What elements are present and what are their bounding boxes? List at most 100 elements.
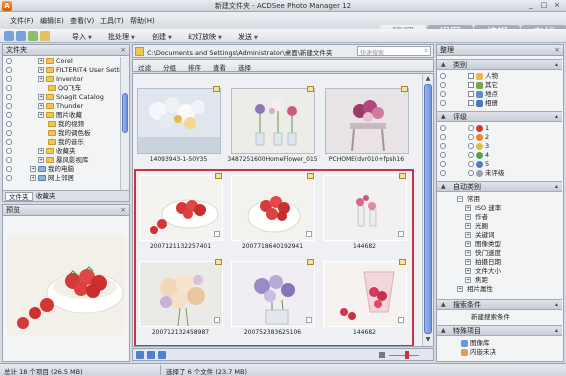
radio-icon[interactable] (6, 166, 12, 172)
tab-favorites[interactable]: 收藏夹 (33, 192, 59, 201)
tree-item-videos[interactable]: 我的视频 (3, 120, 84, 129)
group-menu[interactable]: 分组 (163, 62, 176, 72)
tab-folders[interactable]: 文件夹 (5, 192, 33, 201)
section-ratings[interactable]: ▲ 评级 ▴ (437, 111, 562, 122)
filter-menu[interactable]: 过滤 (138, 62, 151, 72)
radio-icon[interactable] (468, 170, 474, 176)
radio-icon[interactable] (468, 125, 474, 131)
collapse-icon[interactable]: − (457, 196, 463, 202)
file-list-scrollbar[interactable]: ▲ ▼ (422, 74, 433, 346)
expand-icon[interactable]: + (30, 166, 36, 172)
auto-category-item[interactable]: + 焦距 (437, 276, 488, 285)
thumbnail-checkbox[interactable] (398, 231, 404, 237)
address-path[interactable]: C:\Documents and Settings\Administrator\… (147, 47, 332, 57)
select-menu[interactable]: 选择 (238, 62, 251, 72)
nav-refresh-icon[interactable] (147, 351, 155, 359)
radio-icon[interactable] (440, 82, 446, 88)
nav-back-icon[interactable] (4, 31, 14, 41)
close-button[interactable]: × (551, 1, 563, 10)
tree-item-corel[interactable]: + Corel (3, 57, 73, 66)
radio-icon[interactable] (440, 125, 446, 131)
expand-icon[interactable]: + (465, 205, 471, 211)
auto-category-item[interactable]: + 关键词 (437, 231, 495, 240)
radio-icon[interactable] (6, 58, 12, 64)
quick-search-input[interactable]: 快速搜索 ⌕ (357, 46, 431, 57)
expand-icon[interactable]: + (465, 259, 471, 265)
expand-icon[interactable]: + (457, 286, 463, 292)
thumbnail-checkbox[interactable] (306, 231, 312, 237)
radio-icon[interactable] (440, 143, 446, 149)
tree-item-inventor[interactable]: + Inventor (3, 75, 83, 84)
radio-icon[interactable] (6, 121, 12, 127)
section-special-items[interactable]: ▲ 特殊项目 ▴ (437, 325, 562, 336)
special-item[interactable]: 图像库 (437, 339, 490, 348)
zoom-slider-handle[interactable] (405, 351, 409, 359)
expand-icon[interactable]: + (38, 103, 44, 109)
auto-category-item[interactable]: + 快门速度 (437, 249, 501, 258)
auto-category-item[interactable]: + 文件大小 (437, 267, 501, 276)
radio-icon[interactable] (468, 161, 474, 167)
auto-category-item[interactable]: + ISO 速率 (437, 204, 501, 213)
rating-item[interactable]: 1 (437, 124, 489, 133)
search-icon[interactable]: ⌕ (425, 47, 428, 55)
file-list-scroll-thumb[interactable] (424, 84, 432, 334)
special-item[interactable]: 内嵌未决 (437, 348, 496, 357)
create-button[interactable]: 创建 ▼ (152, 32, 172, 42)
close-icon[interactable]: × (120, 205, 126, 216)
radio-icon[interactable] (468, 143, 474, 149)
radio-icon[interactable] (6, 112, 12, 118)
radio-icon[interactable] (6, 148, 12, 154)
expand-icon[interactable]: + (465, 241, 471, 247)
send-button[interactable]: 发送 ▼ (238, 32, 258, 42)
minimize-button[interactable]: _ (525, 1, 537, 10)
expand-icon[interactable]: + (38, 94, 44, 100)
tree-item-favorites[interactable]: + 收藏夹 (3, 147, 76, 156)
menu-view[interactable]: 查看(V) (70, 16, 94, 26)
radio-icon[interactable] (6, 130, 12, 136)
radio-icon[interactable] (468, 134, 474, 140)
expand-icon[interactable]: + (465, 232, 471, 238)
thumbnail-checkbox[interactable] (214, 231, 220, 237)
radio-icon[interactable] (6, 175, 12, 181)
close-icon[interactable]: × (120, 45, 126, 56)
expand-icon[interactable]: + (38, 76, 44, 82)
tree-item-filterit[interactable]: + FILTERIT4 User Setti (3, 66, 120, 75)
thumbnail-item[interactable]: 144682 (319, 257, 410, 343)
thumbnail-item[interactable]: 200752383625106 (227, 257, 318, 343)
category-item[interactable]: 地点 (437, 90, 498, 99)
folders-scrollbar[interactable] (120, 57, 129, 190)
radio-icon[interactable] (440, 100, 446, 106)
folders-scroll-thumb[interactable] (122, 93, 128, 133)
tree-item-network[interactable]: + 网上邻居 (3, 174, 74, 183)
thumbnail-item[interactable]: 200712132458987 (135, 257, 226, 343)
checkbox-icon[interactable] (468, 100, 474, 106)
radio-icon[interactable] (6, 67, 12, 73)
section-auto-categories[interactable]: ▲ 自动类别 ▴ (437, 181, 562, 192)
rating-item[interactable]: 未评级 (437, 169, 505, 178)
auto-category-item[interactable]: + 作者 (437, 213, 488, 222)
expand-icon[interactable]: + (38, 67, 44, 73)
section-saved-searches[interactable]: ▲ 搜索条件 ▴ (437, 299, 562, 310)
scroll-up-icon[interactable]: ▲ (424, 75, 432, 83)
zoom-slider[interactable] (389, 355, 419, 356)
rating-item[interactable]: 5 (437, 160, 489, 169)
radio-icon[interactable] (440, 152, 446, 158)
section-categories[interactable]: ▲ 类别 ▴ (437, 59, 562, 70)
rating-item[interactable]: 3 (437, 142, 489, 151)
expand-icon[interactable]: + (465, 277, 471, 283)
tree-item-snagit[interactable]: + SnagIt Catalog (3, 93, 104, 102)
tree-item-my-computer[interactable]: + 我的电脑 (3, 165, 74, 174)
checkbox-icon[interactable] (468, 91, 474, 97)
folder-up-icon[interactable] (40, 31, 50, 41)
expand-icon[interactable]: + (465, 214, 471, 220)
auto-category-item[interactable]: + 拍摄日期 (437, 258, 501, 267)
slideshow-button[interactable]: 幻灯放映 ▼ (188, 32, 222, 42)
checkbox-icon[interactable] (468, 73, 474, 79)
thumbnail-item[interactable]: 2007121132257401 (135, 171, 226, 257)
close-icon[interactable]: × (554, 45, 560, 56)
auto-category-item[interactable]: + 光圈 (437, 222, 488, 231)
tree-item-pictures[interactable]: + 图片收藏 (3, 111, 82, 120)
expand-icon[interactable]: + (38, 112, 44, 118)
sort-menu[interactable]: 排序 (188, 62, 201, 72)
expand-icon[interactable]: + (465, 250, 471, 256)
